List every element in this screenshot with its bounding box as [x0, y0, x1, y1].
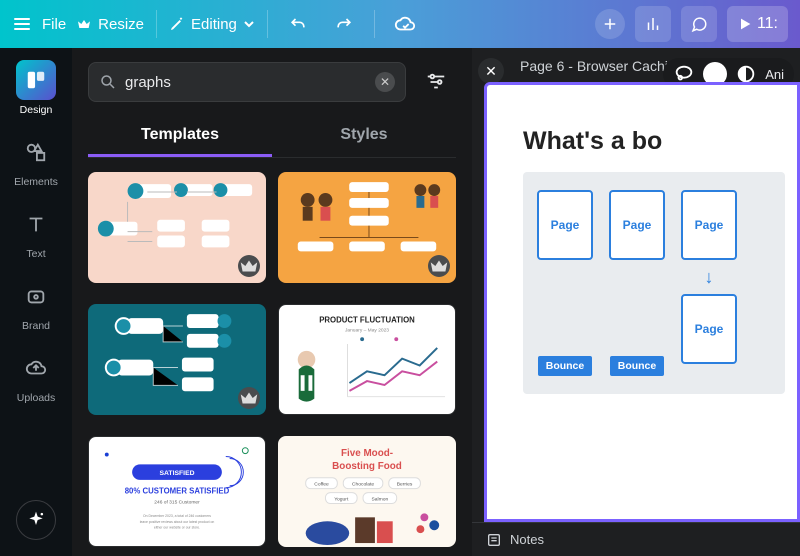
templates-panel: ✕ Templates Styles PRODUCT	[72, 48, 472, 556]
sidebar-item-brand[interactable]: Brand	[6, 276, 66, 332]
template-thumb[interactable]	[88, 172, 266, 283]
add-button[interactable]	[595, 9, 625, 39]
resize-button[interactable]: Resize	[76, 16, 144, 33]
sidebar-item-label: Uploads	[17, 392, 56, 404]
page-card: Page	[537, 190, 593, 260]
notes-icon	[486, 532, 502, 548]
template-thumb[interactable]	[278, 172, 456, 283]
notes-bar[interactable]: Notes	[472, 522, 800, 556]
text-icon	[16, 204, 56, 244]
divider	[156, 10, 157, 38]
search-input-container: ✕	[88, 62, 406, 102]
svg-text:Salmon: Salmon	[371, 497, 388, 503]
present-label: 11:	[757, 15, 778, 33]
sidebar-item-design[interactable]: Design	[6, 60, 66, 116]
svg-text:Yogurt: Yogurt	[334, 497, 349, 503]
page-card: Page	[681, 190, 737, 260]
animate-label: Ani	[765, 67, 784, 82]
sidebar-item-label: Text	[26, 248, 45, 260]
panel-tabs: Templates Styles	[88, 116, 456, 158]
file-menu[interactable]: File	[42, 16, 66, 33]
topbar: File Resize Editing 11:	[0, 0, 800, 48]
clear-search-button[interactable]: ✕	[375, 72, 395, 92]
divider	[267, 10, 268, 38]
uploads-icon	[16, 348, 56, 388]
svg-text:leave positive reviews about o: leave positive reviews about our latest …	[140, 520, 215, 524]
elements-icon	[16, 132, 56, 172]
notes-label: Notes	[510, 532, 544, 547]
svg-text:Coffee: Coffee	[314, 482, 329, 488]
brand-icon	[16, 276, 56, 316]
arrow-down-icon: ↓	[705, 270, 714, 284]
sidebar-item-label: Brand	[22, 320, 50, 332]
svg-text:Berries: Berries	[397, 482, 413, 488]
svg-text:either our website or our stor: either our website or our store.	[154, 526, 200, 530]
template-thumb[interactable]: Five Mood- Boosting Food Coffee Chocolate Be…	[278, 436, 456, 547]
search-input[interactable]	[125, 74, 367, 91]
svg-text:246 of 315 Customer: 246 of 315 Customer	[154, 499, 200, 505]
present-button[interactable]: 11:	[727, 6, 788, 42]
play-icon	[737, 16, 753, 32]
page-card: Page	[681, 294, 737, 364]
tab-styles[interactable]: Styles	[272, 116, 456, 157]
svg-text:Five Mood-: Five Mood-	[341, 448, 393, 459]
sidebar-item-magic[interactable]	[6, 500, 66, 540]
divider	[374, 10, 375, 38]
animate-button[interactable]: Ani	[765, 67, 784, 82]
canvas-area: ✕ Ani Page 6 - Browser Caching expl... W…	[472, 48, 800, 556]
search-icon	[99, 73, 117, 91]
sidebar-item-label: Elements	[14, 176, 58, 188]
crown-icon	[76, 16, 92, 32]
sidebar-item-uploads[interactable]: Uploads	[6, 348, 66, 404]
slide-heading: What's a bo	[523, 127, 785, 156]
bounce-badge: Bounce	[610, 356, 665, 376]
bounce-badge: Bounce	[538, 356, 593, 376]
design-icon	[16, 60, 56, 100]
pencil-icon	[169, 16, 185, 32]
diagram-box: Page Bounce Page Bounce Page ↓ Page	[523, 172, 785, 394]
svg-text:SATISFIED: SATISFIED	[159, 470, 194, 477]
svg-text:80% CUSTOMER SATISFIED: 80% CUSTOMER SATISFIED	[125, 487, 230, 496]
menu-button[interactable]	[12, 14, 32, 34]
close-panel-button[interactable]: ✕	[478, 58, 504, 84]
svg-text:PRODUCT FLUCTUATION: PRODUCT FLUCTUATION	[319, 316, 415, 325]
svg-text:Boosting Food: Boosting Food	[332, 461, 402, 472]
pro-badge	[428, 255, 450, 277]
sidebar-item-label: Design	[20, 104, 53, 116]
sidebar-item-text[interactable]: Text	[6, 204, 66, 260]
svg-text:On December 2023, a total of 2: On December 2023, a total of 246 custome…	[143, 514, 211, 518]
sidebar: Design Elements Text Brand Uploads	[0, 48, 72, 556]
redo-button[interactable]	[326, 6, 362, 42]
svg-text:January – May 2023: January – May 2023	[345, 327, 389, 333]
template-thumb[interactable]	[88, 304, 266, 415]
pro-badge	[238, 387, 260, 409]
templates-grid: PRODUCT FLUCTUATION January – May 2023 SA…	[88, 158, 456, 556]
filter-button[interactable]	[416, 62, 456, 102]
tab-templates[interactable]: Templates	[88, 116, 272, 157]
undo-button[interactable]	[280, 6, 316, 42]
template-thumb[interactable]: PRODUCT FLUCTUATION January – May 2023	[278, 304, 456, 415]
sidebar-item-elements[interactable]: Elements	[6, 132, 66, 188]
analytics-button[interactable]	[635, 6, 671, 42]
cloud-sync-icon[interactable]	[387, 6, 423, 42]
template-thumb[interactable]: SATISFIED 80% CUSTOMER SATISFIED 246 of 31…	[88, 436, 266, 547]
canvas[interactable]: What's a bo Page Bounce Page Bounce Page	[484, 82, 800, 522]
editing-mode[interactable]: Editing	[169, 16, 255, 33]
comment-button[interactable]	[681, 6, 717, 42]
svg-text:Chocolate: Chocolate	[352, 482, 374, 488]
sparkle-icon	[16, 500, 56, 540]
editing-label: Editing	[191, 16, 237, 33]
pro-badge	[238, 255, 260, 277]
chevron-down-icon	[243, 18, 255, 30]
resize-label: Resize	[98, 16, 144, 33]
page-card: Page	[609, 190, 665, 260]
